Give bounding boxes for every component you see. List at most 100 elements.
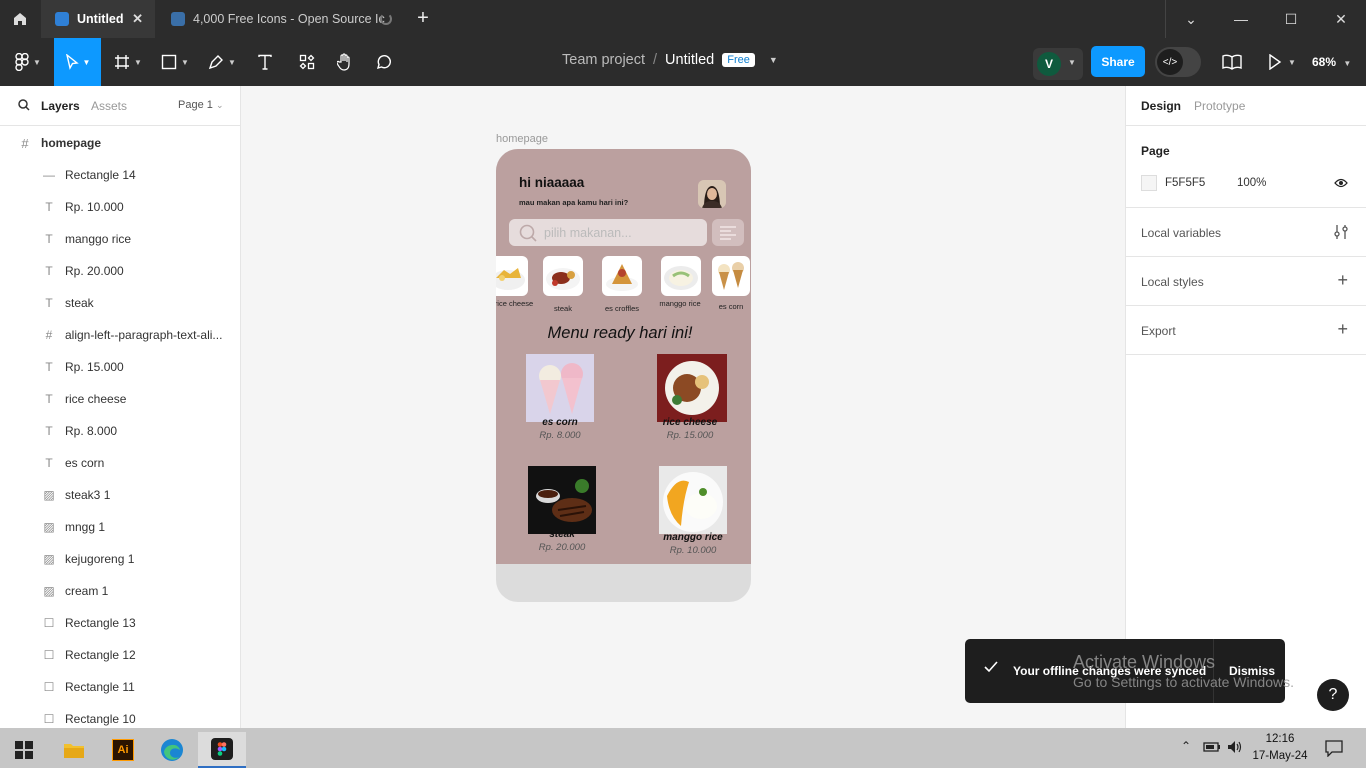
main-menu-button[interactable]: ▼: [8, 38, 48, 86]
avatar[interactable]: V: [1037, 52, 1061, 76]
food-name[interactable]: es corn: [521, 417, 599, 428]
food-name[interactable]: manggo rice: [654, 532, 732, 543]
tab-design[interactable]: Design: [1141, 99, 1181, 113]
category-es-corn[interactable]: [712, 256, 750, 296]
food-price[interactable]: Rp. 8.000: [521, 430, 599, 441]
steak-photo[interactable]: [528, 466, 596, 534]
food-price[interactable]: Rp. 10.000: [654, 545, 732, 556]
variables-icon[interactable]: [1334, 224, 1348, 243]
layer-row[interactable]: ☐ Rectangle 10: [0, 703, 240, 728]
battery-icon[interactable]: [1203, 741, 1221, 756]
layer-row[interactable]: ▨ kejugoreng 1: [0, 543, 240, 575]
manggo-rice-photo[interactable]: [659, 466, 727, 534]
layer-row[interactable]: ☐ Rectangle 11: [0, 671, 240, 703]
share-button[interactable]: Share: [1091, 46, 1145, 77]
food-price[interactable]: Rp. 15.000: [651, 430, 729, 441]
local-styles-section[interactable]: Local styles +: [1126, 257, 1366, 306]
es-corn-photo[interactable]: [526, 354, 594, 422]
layer-row[interactable]: T Rp. 10.000: [0, 191, 240, 223]
tab-free-icons[interactable]: 4,000 Free Icons - Open Source Ic: [157, 0, 404, 38]
eye-icon[interactable]: [1334, 177, 1348, 191]
layer-row[interactable]: Trice cheese: [0, 383, 240, 415]
chevron-down-icon[interactable]: ▼: [1068, 58, 1076, 67]
profile-photo[interactable]: [698, 180, 726, 208]
plus-icon[interactable]: +: [1337, 270, 1348, 291]
category-rice-cheese[interactable]: [496, 256, 528, 296]
category-label[interactable]: es corn: [712, 302, 750, 311]
comment-tool-button[interactable]: [369, 38, 399, 86]
close-tab-icon[interactable]: ✕: [132, 11, 143, 27]
frame-tool-button[interactable]: ▼: [108, 38, 148, 86]
layer-row[interactable]: Tmanggo rice: [0, 223, 240, 255]
rice-cheese-photo[interactable]: [657, 354, 727, 422]
layer-row[interactable]: T Rp. 8.000: [0, 415, 240, 447]
move-tool-button[interactable]: ▼: [54, 38, 101, 86]
library-icon[interactable]: [1222, 54, 1242, 73]
tab-assets[interactable]: Assets: [91, 99, 127, 113]
layer-row[interactable]: ▨ cream 1: [0, 575, 240, 607]
greeting-text[interactable]: hi niaaaaa: [519, 175, 584, 190]
tab-layers[interactable]: Layers: [41, 99, 80, 113]
system-clock[interactable]: 12:16 17-May-24: [1250, 731, 1310, 765]
plus-icon[interactable]: +: [1337, 319, 1348, 340]
layer-homepage[interactable]: # homepage: [0, 127, 240, 159]
close-window-icon[interactable]: ✕: [1316, 0, 1366, 38]
resources-button[interactable]: [292, 38, 322, 86]
export-section[interactable]: Export +: [1126, 306, 1366, 355]
chevron-down-icon[interactable]: ⌄: [1166, 0, 1216, 38]
edge-browser-icon[interactable]: [148, 732, 196, 768]
homepage-frame[interactable]: hi niaaaaa mau makan apa kamu hari ini? …: [496, 149, 751, 602]
layer-row[interactable]: ▨ mngg 1: [0, 511, 240, 543]
category-manggo-rice[interactable]: [661, 256, 701, 296]
layer-row[interactable]: ☐ Rectangle 12: [0, 639, 240, 671]
shape-tool-button[interactable]: ▼: [155, 38, 195, 86]
file-title[interactable]: Team project / Untitled Free ▼: [562, 52, 778, 68]
layer-row[interactable]: T Rp. 15.000: [0, 351, 240, 383]
page-color-value[interactable]: F5F5F5: [1165, 177, 1205, 189]
category-label[interactable]: steak: [543, 304, 583, 313]
filter-button[interactable]: [712, 219, 744, 246]
search-icon[interactable]: [18, 99, 30, 114]
layer-row[interactable]: — Rectangle 14: [0, 159, 240, 191]
category-label[interactable]: es croffles: [597, 304, 647, 313]
layer-row[interactable]: T Rp. 20.000: [0, 255, 240, 287]
design-canvas[interactable]: homepage hi niaaaaa mau makan apa kamu h…: [242, 86, 1124, 728]
notifications-icon[interactable]: [1325, 739, 1343, 760]
page-color-swatch[interactable]: [1141, 175, 1157, 191]
hand-tool-button[interactable]: [330, 38, 360, 86]
dev-mode-toggle[interactable]: </>: [1155, 47, 1201, 77]
menu-title[interactable]: Menu ready hari ini!: [496, 324, 744, 343]
category-label[interactable]: manggo rice: [658, 299, 702, 308]
category-label[interactable]: rice cheese: [496, 299, 534, 308]
project-name[interactable]: Team project: [562, 52, 645, 68]
food-name[interactable]: steak: [523, 529, 601, 540]
category-steak[interactable]: [543, 256, 583, 296]
maximize-icon[interactable]: ☐: [1266, 0, 1316, 38]
home-icon[interactable]: [0, 0, 40, 38]
frame-label[interactable]: homepage: [496, 133, 548, 145]
category-es-croffles[interactable]: [602, 256, 642, 296]
chevron-down-icon[interactable]: ▼: [769, 55, 778, 65]
page-selector[interactable]: Page 1 ⌄: [178, 99, 223, 111]
tab-prototype[interactable]: Prototype: [1194, 99, 1245, 113]
illustrator-icon[interactable]: Ai: [99, 732, 147, 768]
new-tab-icon[interactable]: +: [412, 7, 434, 30]
page-opacity-value[interactable]: 100%: [1237, 177, 1266, 189]
tab-untitled[interactable]: Untitled ✕: [41, 0, 155, 38]
layer-row[interactable]: ☐ Rectangle 13: [0, 607, 240, 639]
text-tool-button[interactable]: [250, 38, 280, 86]
food-price[interactable]: Rp. 20.000: [523, 542, 601, 553]
file-explorer-icon[interactable]: [50, 732, 98, 768]
search-bar[interactable]: pilih makanan...: [509, 219, 707, 246]
layer-row[interactable]: ▨ steak3 1: [0, 479, 240, 511]
help-button[interactable]: ?: [1317, 679, 1349, 711]
food-name[interactable]: rice cheese: [651, 417, 729, 428]
layer-row[interactable]: # align-left--paragraph-text-ali...: [0, 319, 240, 351]
subgreeting-text[interactable]: mau makan apa kamu hari ini?: [519, 198, 628, 207]
zoom-menu[interactable]: 68% ▼: [1312, 55, 1351, 69]
windows-start-icon[interactable]: [0, 732, 48, 768]
chevron-up-icon[interactable]: ⌃: [1181, 739, 1191, 753]
local-variables-section[interactable]: Local variables: [1126, 208, 1366, 257]
minimize-icon[interactable]: —: [1216, 0, 1266, 38]
figma-app-icon[interactable]: [198, 732, 246, 768]
